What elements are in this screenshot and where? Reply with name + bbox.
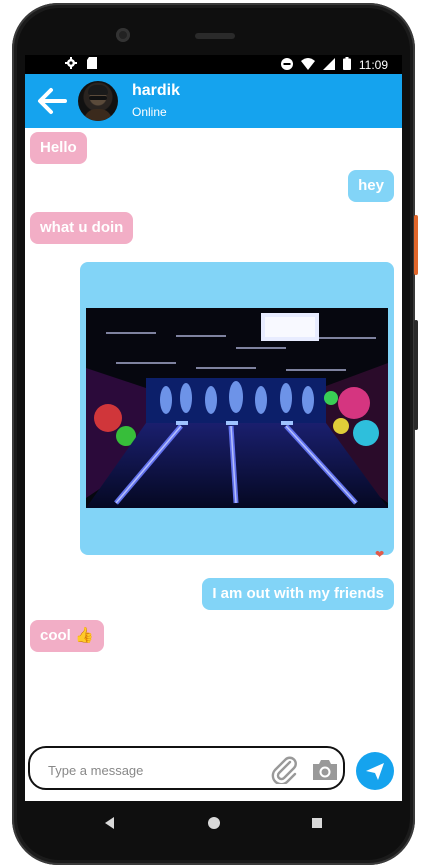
system-navigation-bar [25, 801, 402, 845]
message-composer [25, 740, 402, 801]
nav-home-icon[interactable] [208, 817, 220, 829]
message-bubble-incoming[interactable]: cool 👍 [30, 620, 104, 652]
message-bubble-incoming[interactable]: what u doin [30, 212, 134, 244]
back-button[interactable] [35, 86, 69, 116]
attach-icon[interactable] [271, 756, 299, 786]
sd-card-icon [87, 57, 97, 72]
app-screen: 11:09 hardik Online Hello hey what u doi… [25, 55, 402, 801]
nav-recent-apps-icon[interactable] [312, 818, 322, 828]
message-list[interactable]: Hello hey what u doin ❤ I am out with my… [25, 128, 402, 740]
volume-button [414, 320, 418, 430]
message-bubble-outgoing[interactable]: I am out with my friends [202, 578, 394, 610]
message-bubble-outgoing[interactable]: hey [348, 170, 394, 202]
nav-back-icon[interactable] [105, 817, 114, 829]
front-camera [116, 28, 130, 42]
signal-icon [322, 57, 335, 73]
arrow-left-icon [38, 88, 67, 114]
battery-icon [342, 57, 351, 73]
message-image-bubble[interactable] [80, 262, 394, 555]
power-button [414, 215, 418, 275]
wifi-icon [300, 57, 315, 73]
contact-status: Online [132, 105, 167, 119]
earpiece-speaker [195, 33, 235, 39]
shared-image-bowling-alley[interactable] [86, 308, 388, 508]
message-bubble-incoming[interactable]: Hello [30, 132, 87, 164]
heart-reaction-icon[interactable]: ❤ [375, 548, 384, 561]
message-input-box [28, 746, 345, 790]
send-icon [366, 763, 384, 780]
message-input[interactable] [46, 759, 260, 781]
status-bar: 11:09 [25, 55, 402, 74]
contact-name[interactable]: hardik [132, 82, 180, 100]
send-button[interactable] [356, 752, 394, 790]
bowling-alley-image [86, 308, 388, 508]
settings-icon [65, 57, 77, 72]
camera-icon[interactable] [310, 757, 340, 783]
status-time: 11:09 [358, 58, 388, 72]
contact-avatar[interactable] [78, 81, 118, 121]
do-not-disturb-icon [280, 57, 293, 73]
chat-header: hardik Online [25, 74, 402, 128]
